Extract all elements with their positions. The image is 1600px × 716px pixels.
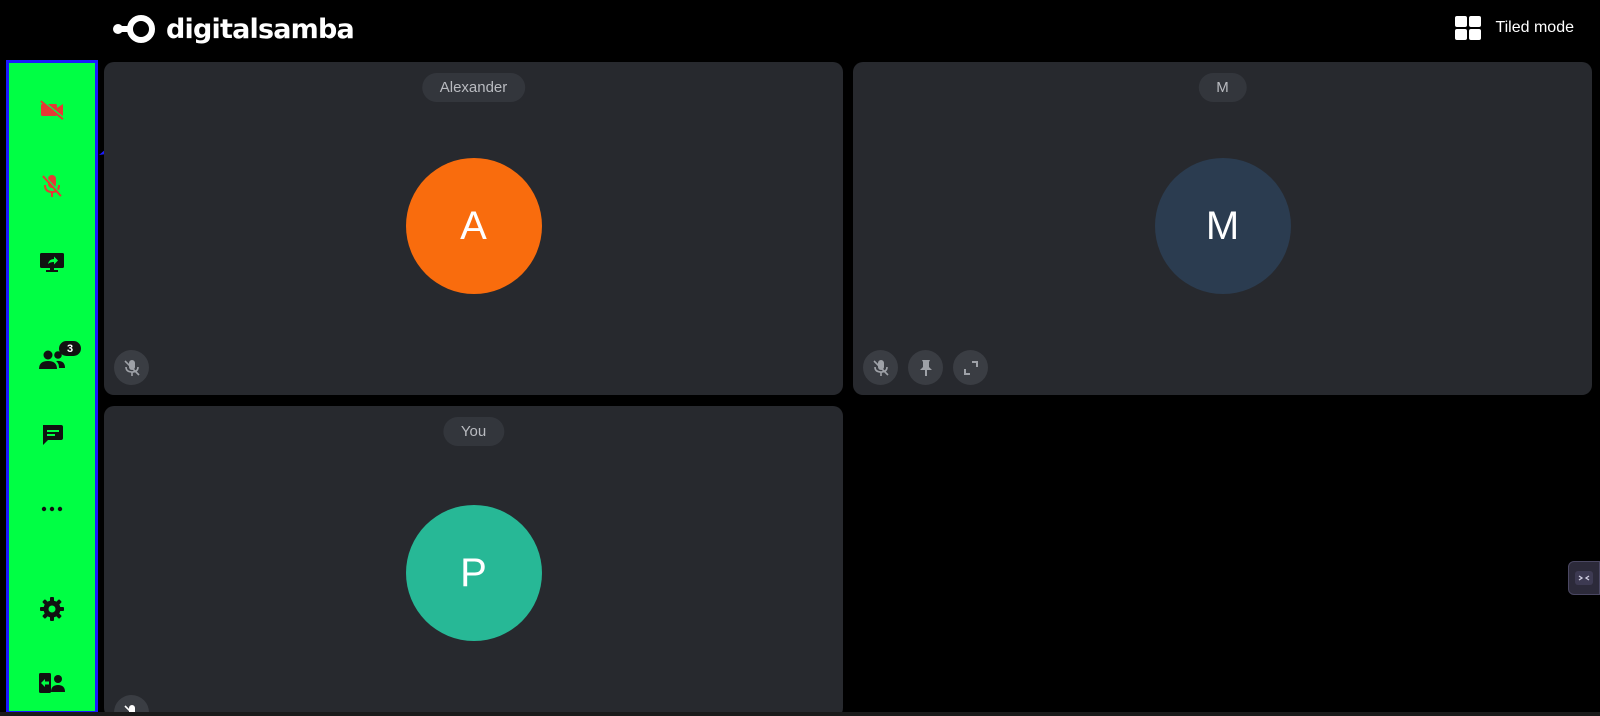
mic-off-icon bbox=[872, 359, 889, 376]
user-settings-icon bbox=[39, 673, 65, 693]
logo-text: digitalsamba bbox=[166, 13, 355, 45]
chat-button[interactable] bbox=[29, 412, 75, 458]
gear-icon bbox=[40, 597, 64, 621]
participants-button[interactable]: 3 bbox=[29, 337, 81, 383]
assistant-icon bbox=[1575, 571, 1593, 585]
app-logo: digitalsamba bbox=[112, 12, 355, 46]
settings-button[interactable] bbox=[29, 586, 75, 632]
chat-icon bbox=[43, 425, 63, 445]
more-icon bbox=[41, 506, 63, 512]
participant-name-label: You bbox=[442, 417, 505, 446]
pin-button[interactable] bbox=[908, 350, 943, 385]
mic-off-icon bbox=[42, 174, 63, 197]
tiled-mode-label: Tiled mode bbox=[1495, 19, 1574, 36]
participants-count-badge: 3 bbox=[59, 341, 81, 356]
camera-toggle-button[interactable] bbox=[29, 87, 75, 133]
bottom-edge bbox=[0, 712, 1600, 716]
side-panel-toggle[interactable] bbox=[1568, 561, 1600, 595]
fullscreen-button[interactable] bbox=[953, 350, 988, 385]
logo-mark-icon bbox=[113, 15, 155, 43]
fullscreen-icon bbox=[963, 360, 978, 375]
mic-off-icon bbox=[123, 359, 140, 376]
tiled-mode-button[interactable]: Tiled mode bbox=[1455, 16, 1574, 40]
participant-mic-button[interactable] bbox=[114, 350, 149, 385]
mic-toggle-button[interactable] bbox=[29, 163, 75, 209]
participant-name-label: M bbox=[1198, 73, 1247, 102]
avatar: A bbox=[405, 158, 542, 294]
participant-tile-alexander[interactable]: Alexander A bbox=[104, 62, 843, 395]
participant-name-label: Alexander bbox=[421, 73, 526, 102]
more-options-button[interactable] bbox=[29, 486, 75, 532]
participant-tile-you[interactable]: You P bbox=[104, 406, 843, 716]
avatar: P bbox=[405, 505, 542, 641]
screen-share-button[interactable] bbox=[29, 240, 75, 286]
participant-mic-button[interactable] bbox=[863, 350, 898, 385]
avatar: M bbox=[1154, 158, 1291, 294]
participant-tile-m[interactable]: M M bbox=[853, 62, 1592, 395]
pin-icon bbox=[919, 359, 932, 376]
grid-icon bbox=[1455, 16, 1482, 40]
screen-share-icon bbox=[40, 253, 64, 272]
sidebar-toolbar: 3 bbox=[6, 60, 98, 714]
video-off-icon bbox=[40, 99, 65, 120]
user-management-button[interactable] bbox=[29, 660, 75, 706]
